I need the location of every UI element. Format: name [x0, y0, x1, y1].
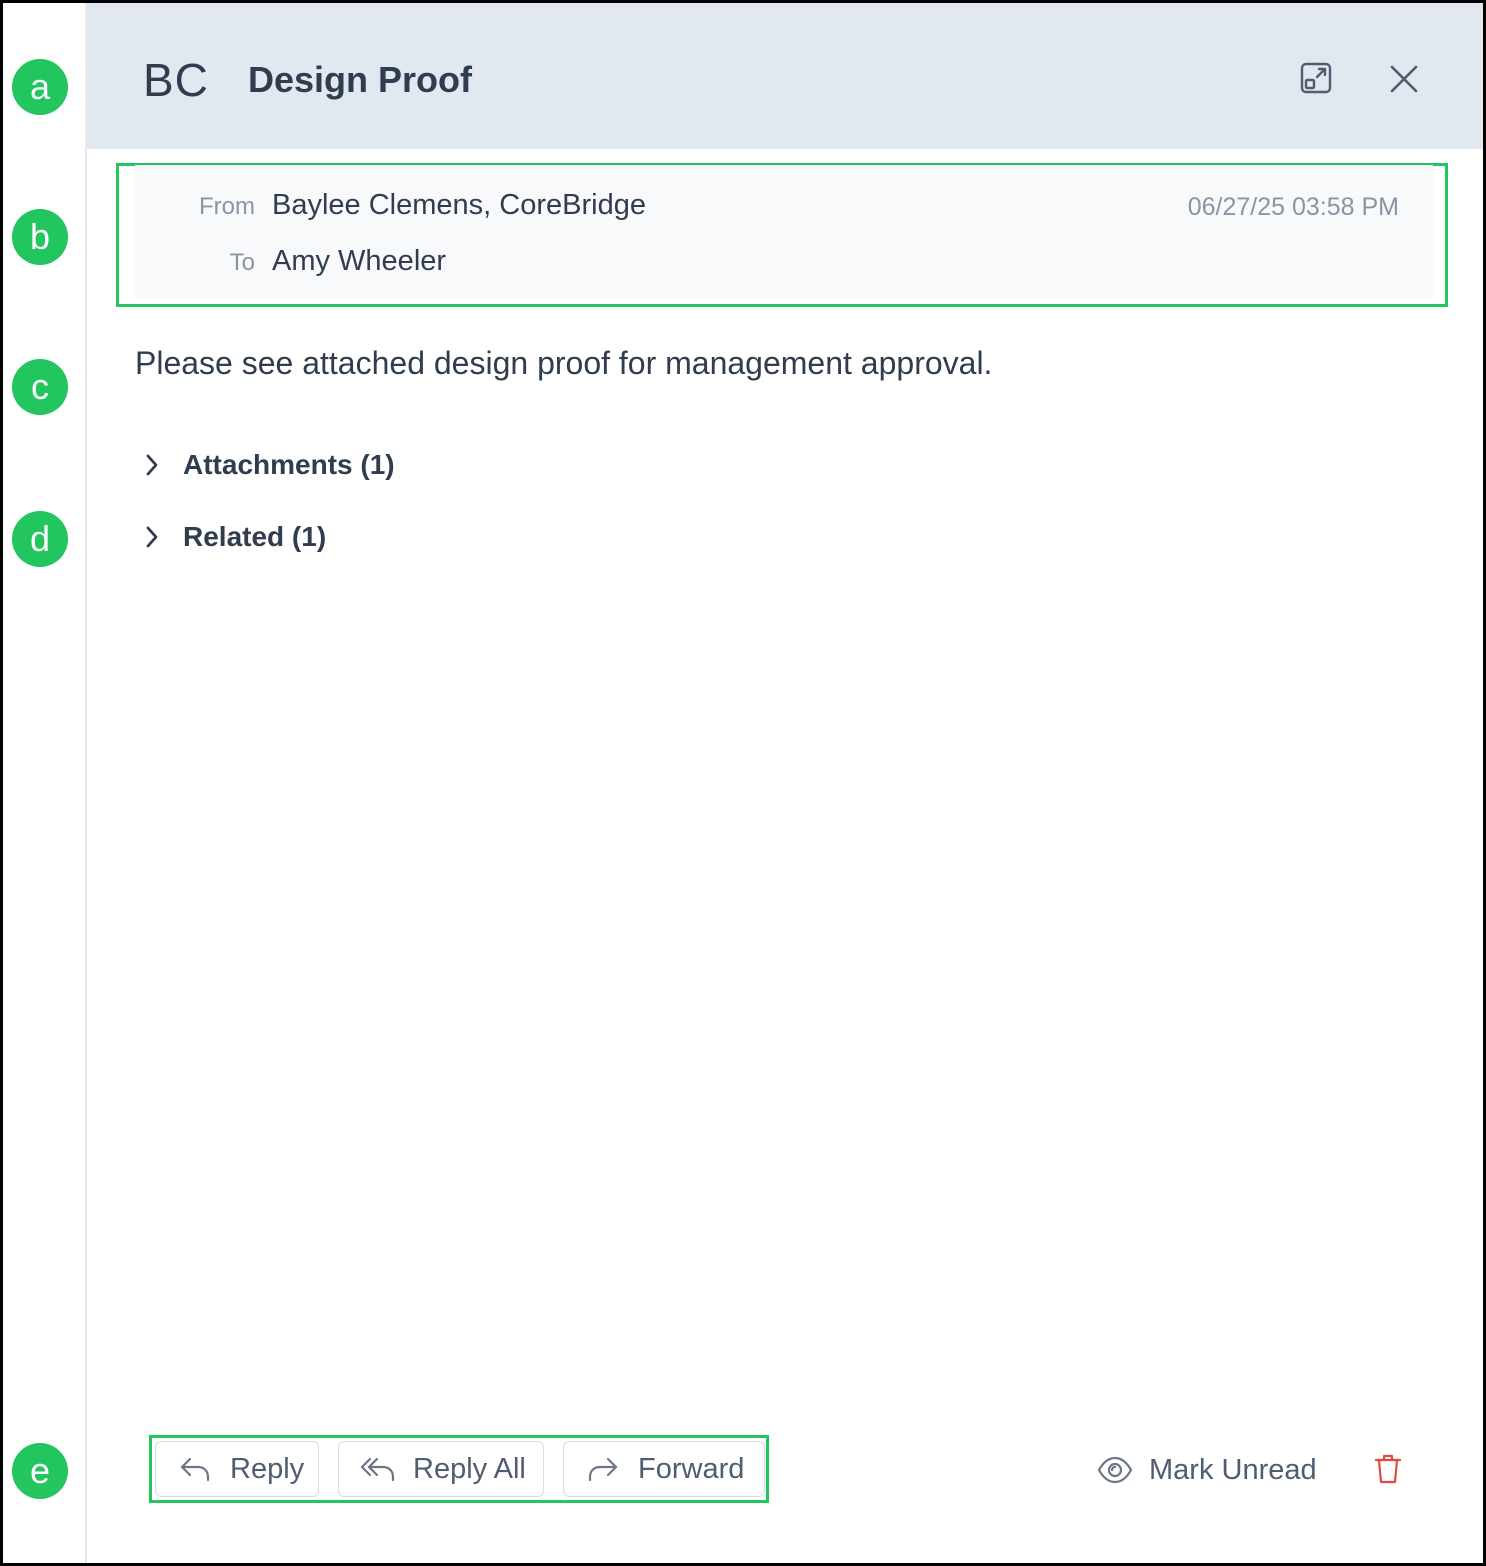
callout-b: b	[12, 209, 68, 265]
message-meta: From Baylee Clemens, CoreBridge 06/27/25…	[135, 165, 1433, 299]
delete-button[interactable]	[1368, 1449, 1408, 1489]
attachments-label: Attachments (1)	[183, 449, 395, 480]
reply-button[interactable]: Reply	[155, 1441, 319, 1497]
mark-unread-button[interactable]: Mark Unread	[1097, 1445, 1317, 1495]
from-label: From	[199, 193, 255, 220]
trash-icon	[1374, 1454, 1402, 1484]
email-panel: BC Design Proof From Baylee Clemens, Cor…	[87, 3, 1483, 1563]
callout-a: a	[12, 59, 68, 115]
callout-e: e	[12, 1443, 68, 1499]
close-button[interactable]	[1384, 59, 1424, 99]
chevron-right-icon	[137, 450, 167, 480]
email-viewer-frame: a b c d e BC Design Proof From Baylee Cl…	[0, 0, 1486, 1566]
related-toggle[interactable]: Related (1)	[137, 517, 326, 557]
forward-icon	[586, 1452, 620, 1486]
popout-button[interactable]	[1296, 58, 1336, 98]
chevron-right-icon	[137, 522, 167, 552]
reply-label: Reply	[230, 1452, 305, 1485]
callout-c: c	[12, 359, 68, 415]
email-subject: Design Proof	[248, 59, 473, 100]
reply-icon	[178, 1452, 212, 1486]
attachments-toggle[interactable]: Attachments (1)	[137, 445, 395, 485]
message-date: 06/27/25 03:58 PM	[1187, 193, 1399, 221]
reply-all-button[interactable]: Reply All	[338, 1441, 544, 1497]
reply-all-label: Reply All	[413, 1452, 526, 1485]
related-label: Related (1)	[183, 521, 327, 552]
annotation-gutter: a b c d e	[3, 3, 87, 1563]
message-body: Please see attached design proof for man…	[135, 345, 993, 381]
email-header: BC Design Proof	[87, 3, 1483, 149]
close-icon	[1390, 65, 1418, 93]
mark-unread-label: Mark Unread	[1149, 1453, 1317, 1486]
forward-label: Forward	[638, 1452, 745, 1485]
popout-icon	[1300, 62, 1332, 94]
forward-button[interactable]: Forward	[563, 1441, 765, 1497]
callout-d: d	[12, 511, 68, 567]
reply-all-icon	[361, 1452, 395, 1486]
to-label: To	[229, 249, 255, 276]
to-value: Amy Wheeler	[272, 245, 447, 277]
sender-initials: BC	[143, 54, 209, 106]
eye-icon	[1097, 1456, 1133, 1484]
from-value: Baylee Clemens, CoreBridge	[272, 189, 646, 221]
